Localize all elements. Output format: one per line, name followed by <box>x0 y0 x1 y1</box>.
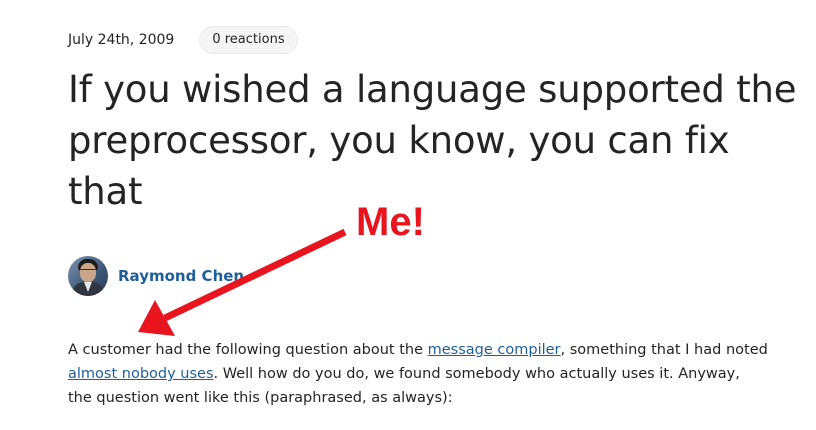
author-avatar[interactable] <box>68 256 108 296</box>
post-title: If you wished a language supported the p… <box>68 68 797 213</box>
reactions-button[interactable]: 0 reactions <box>199 26 298 54</box>
author-name-link[interactable]: Raymond Chen <box>118 267 244 285</box>
body-text-1: A customer had the following question ab… <box>68 342 428 358</box>
post-date: July 24th, 2009 <box>68 32 175 48</box>
annotation-arrowhead <box>138 300 175 336</box>
annotation-label: Me! <box>356 200 425 244</box>
post-meta: July 24th, 2009 0 reactions <box>68 26 298 54</box>
almost-nobody-uses-link[interactable]: almost nobody uses <box>68 366 214 382</box>
body-text-2: , something that I had noted <box>560 342 768 358</box>
author-row: Raymond Chen <box>68 256 244 296</box>
avatar-glasses <box>80 269 96 274</box>
message-compiler-link[interactable]: message compiler <box>428 342 561 358</box>
article-body-paragraph: A customer had the following question ab… <box>68 338 768 410</box>
